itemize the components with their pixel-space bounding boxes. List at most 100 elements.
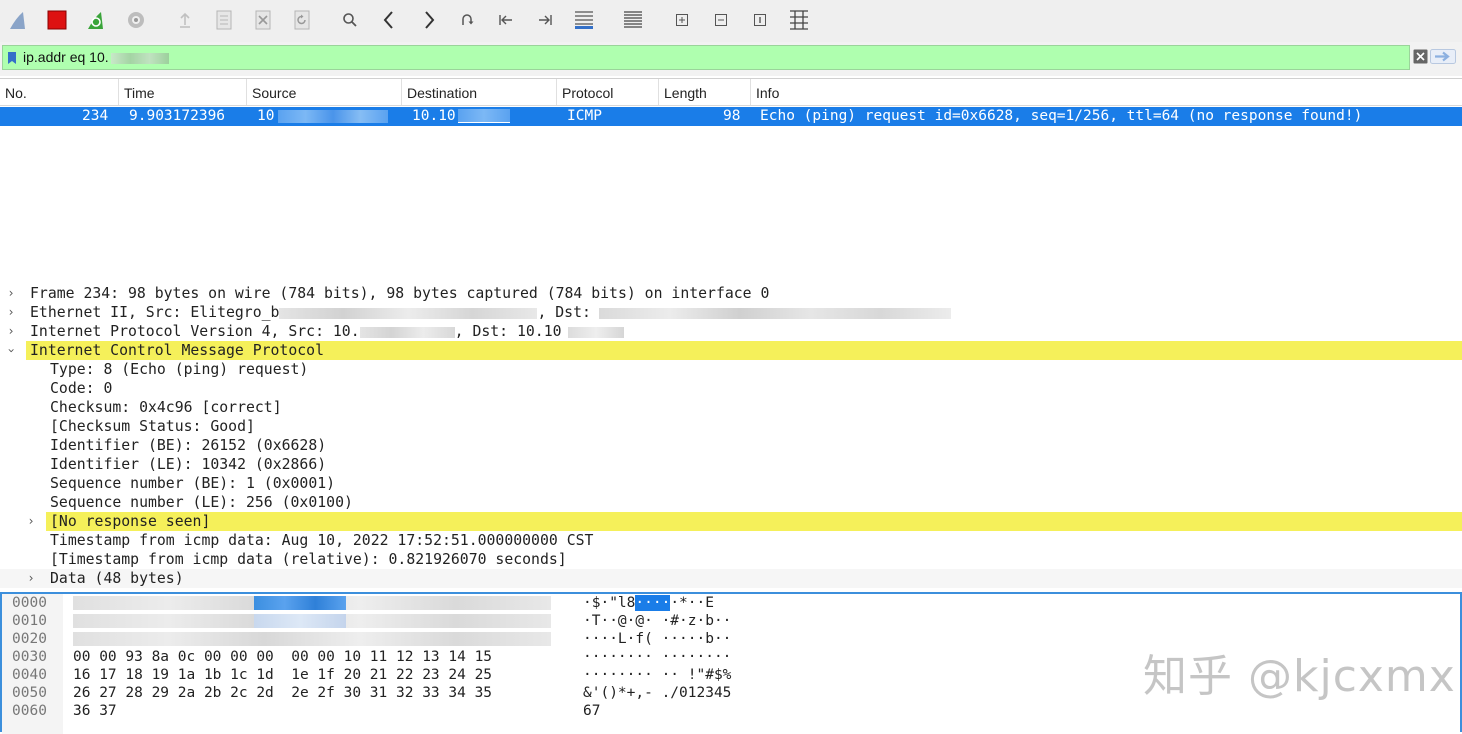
packet-destination: 10.10 (412, 107, 510, 126)
find-packet-button[interactable] (338, 8, 362, 32)
restart-capture-button[interactable] (84, 8, 108, 32)
hex-redacted-tint (254, 614, 346, 628)
ipv4-summary: Internet Protocol Version 4, Src: 10. , D… (30, 322, 624, 341)
close-file-icon (255, 10, 271, 30)
tree-item-ipv4[interactable]: › Internet Protocol Version 4, Src: 10.,… (0, 322, 1462, 341)
go-back-button[interactable] (377, 8, 401, 32)
no-response-highlight (46, 512, 1462, 531)
stop-capture-button[interactable] (45, 8, 69, 32)
byte-hex: 00 00 93 8a 0c 00 00 00 00 00 10 11 12 1… (73, 649, 493, 665)
byte-ascii: &'()*+,- ./012345 (583, 685, 732, 701)
expand-chevron-icon[interactable]: › (25, 569, 37, 588)
packet-list-header: No. Time Source Destination Protocol Len… (0, 79, 1462, 106)
field-text: Timestamp from icmp data: Aug 10, 2022 1… (50, 532, 594, 549)
source-redacted (278, 109, 389, 123)
field-text: Checksum: 0x4c96 [correct] (50, 399, 282, 416)
expand-chevron-icon[interactable]: › (5, 284, 17, 303)
column-header-source[interactable]: Source (247, 79, 402, 105)
autoscroll-button[interactable] (572, 8, 596, 32)
bytes-row[interactable]: 0010 ·T··@·@· ·#·z·b·· (2, 612, 1462, 630)
field-text: [Timestamp from icmp data (relative): 0.… (50, 551, 567, 568)
byte-ascii: ····L·f( ·····b·· (583, 631, 732, 647)
display-filter-input[interactable]: ip.addr eq 10. (23, 46, 1393, 69)
column-header-destination[interactable]: Destination (402, 79, 557, 105)
save-file-button[interactable] (212, 8, 236, 32)
ipv4-src-redacted (359, 326, 455, 338)
expand-chevron-icon[interactable]: › (5, 303, 17, 322)
byte-ascii: 67 (583, 703, 601, 719)
ipv4-src-text: Internet Protocol Version 4, Src: 10. (30, 323, 360, 340)
ethernet-dst-redacted (598, 307, 951, 319)
field-type[interactable]: Type: 8 (Echo (ping) request) (0, 360, 1462, 379)
expand-chevron-icon[interactable]: › (5, 322, 17, 341)
zoom-out-button[interactable] (709, 8, 733, 32)
byte-offset: 0040 (12, 667, 47, 683)
normal-size-button[interactable] (748, 8, 772, 32)
apply-filter-icon[interactable] (1430, 49, 1456, 64)
packet-protocol: ICMP (567, 108, 602, 124)
go-to-packet-button[interactable] (455, 8, 479, 32)
column-header-length[interactable]: Length (659, 79, 751, 105)
save-file-icon (216, 10, 232, 30)
bytes-row[interactable]: 0000 ·$·"l8·····*··E (2, 594, 1462, 612)
packet-list-pane[interactable]: No. Time Source Destination Protocol Len… (0, 78, 1462, 285)
tree-item-no-response[interactable]: › [No response seen] (0, 512, 1462, 531)
field-sequence-le[interactable]: Sequence number (LE): 256 (0x0100) (0, 493, 1462, 512)
gear-icon (128, 12, 144, 28)
column-header-protocol[interactable]: Protocol (557, 79, 659, 105)
source-text: 10 (257, 108, 275, 124)
zoom-in-button[interactable] (670, 8, 694, 32)
resize-columns-button[interactable] (787, 8, 811, 32)
display-filter-field[interactable]: ip.addr eq 10. (2, 45, 1410, 70)
reload-icon (294, 10, 310, 30)
field-checksum-status[interactable]: [Checksum Status: Good] (0, 417, 1462, 436)
field-code[interactable]: Code: 0 (0, 379, 1462, 398)
go-forward-button[interactable] (417, 8, 441, 32)
chevron-left-icon (383, 11, 393, 29)
field-sequence-be[interactable]: Sequence number (BE): 1 (0x0001) (0, 474, 1462, 493)
field-identifier-le[interactable]: Identifier (LE): 10342 (0x2866) (0, 455, 1462, 474)
colorize-button[interactable] (621, 8, 645, 32)
destination-text: 10.10 (412, 108, 456, 124)
first-packet-button[interactable] (494, 8, 518, 32)
open-file-button[interactable] (173, 8, 197, 32)
main-toolbar (0, 0, 1462, 43)
search-icon (343, 13, 357, 27)
column-header-no[interactable]: No. (0, 79, 119, 105)
expand-chevron-icon[interactable]: › (25, 512, 37, 531)
field-text: Identifier (LE): 10342 (0x2866) (50, 456, 327, 473)
field-timestamp[interactable]: Timestamp from icmp data: Aug 10, 2022 1… (0, 531, 1462, 550)
tree-item-data[interactable]: › Data (48 bytes) (0, 569, 1462, 588)
tree-item-icmp[interactable]: › Internet Control Message Protocol (0, 341, 1462, 360)
reload-file-button[interactable] (290, 8, 314, 32)
ascii-selected: ···· (635, 595, 671, 611)
destination-redacted (457, 109, 510, 123)
close-file-button[interactable] (251, 8, 275, 32)
field-text: [Checksum Status: Good] (50, 418, 255, 435)
field-identifier-be[interactable]: Identifier (BE): 26152 (0x6628) (0, 436, 1462, 455)
byte-offset: 0020 (12, 631, 47, 647)
start-capture-button[interactable] (6, 8, 30, 32)
field-timestamp-relative[interactable]: [Timestamp from icmp data (relative): 0.… (0, 550, 1462, 569)
ethernet-src-redacted (279, 307, 538, 319)
normal-size-icon (754, 14, 766, 26)
field-text: Sequence number (LE): 256 (0x0100) (50, 494, 353, 511)
collapse-chevron-icon[interactable]: › (2, 345, 21, 357)
bookmark-icon[interactable] (7, 51, 17, 65)
tree-item-ethernet[interactable]: › Ethernet II, Src: Elitegro_b , Dst: (0, 303, 1462, 322)
packet-row-selected[interactable]: 234 9.903172396 10 10.10 ICMP 98 Echo (p… (0, 107, 1462, 126)
byte-offset: 0030 (12, 649, 47, 665)
capture-options-button[interactable] (124, 8, 148, 32)
bytes-row[interactable]: 0060 36 37 67 (2, 702, 1462, 720)
column-header-info[interactable]: Info (751, 79, 1462, 105)
byte-ascii: ········ ·· !"#$% (583, 667, 732, 683)
clear-filter-icon[interactable] (1413, 49, 1428, 64)
packet-details-pane[interactable]: › Frame 234: 98 bytes on wire (784 bits)… (0, 284, 1462, 592)
tree-item-frame[interactable]: › Frame 234: 98 bytes on wire (784 bits)… (0, 284, 1462, 303)
ethernet-summary: Ethernet II, Src: Elitegro_b , Dst: (30, 303, 951, 322)
field-checksum[interactable]: Checksum: 0x4c96 [correct] (0, 398, 1462, 417)
column-header-time[interactable]: Time (119, 79, 247, 105)
last-packet-button[interactable] (533, 8, 557, 32)
ethernet-dst-text: , Dst: (537, 304, 591, 321)
hex-redacted (73, 632, 551, 646)
